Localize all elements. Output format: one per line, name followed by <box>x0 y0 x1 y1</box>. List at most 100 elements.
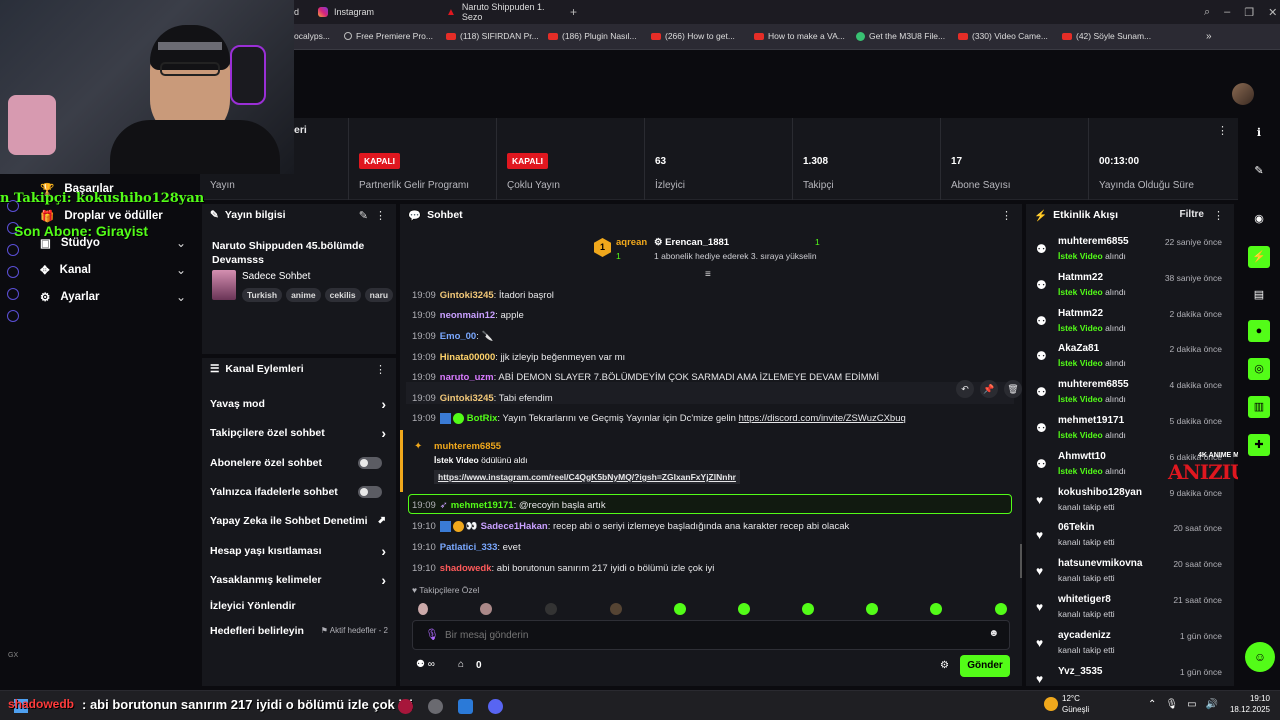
bookmark-item[interactable]: Free Premiere Pro... <box>344 31 433 41</box>
expand-icon[interactable]: ≡ <box>705 269 711 280</box>
activity-item[interactable]: ⚉ Hatmm22 İstek Video alındı 2 dakika önce <box>1036 308 1224 344</box>
help-bubble[interactable]: ☺ <box>1245 642 1275 672</box>
chat-username[interactable]: shadowedk <box>440 563 492 574</box>
action-account-age[interactable]: Hesap yaşı kısıtlaması › <box>210 543 388 559</box>
chat-username[interactable]: Sadece1Hakan <box>481 521 548 532</box>
layout-icon[interactable]: ▥ <box>1248 396 1270 418</box>
sidebar-item-channel[interactable]: ✥ Kanal <box>40 263 91 277</box>
chat-username[interactable]: Gintoki3245 <box>440 393 494 404</box>
event-user[interactable]: muhterem6855 <box>434 441 501 452</box>
chat-username[interactable]: neonmain12 <box>440 310 495 321</box>
activity-user[interactable]: AkaZa81 <box>1058 343 1099 354</box>
bookmark-item[interactable]: (118) SIFIRDAN Pr... <box>446 31 539 41</box>
tray-icons[interactable]: ⌃🎙▭🔊 <box>1148 699 1227 710</box>
chat-username[interactable]: Emo_00 <box>440 331 476 342</box>
delete-icon[interactable]: 🗑 <box>1004 380 1022 398</box>
activity-user[interactable]: whitetiger8 <box>1058 594 1111 605</box>
more-icon[interactable]: ⋮ <box>375 363 386 376</box>
chat-settings-icon[interactable]: ⚙ <box>940 660 949 671</box>
activity-item[interactable]: ⚉ Hatmm22 İstek Video alındı 38 saniye önce <box>1036 272 1224 308</box>
activity-user[interactable]: muhterem6855 <box>1058 236 1129 247</box>
tag[interactable]: naru <box>364 288 394 302</box>
tab-current[interactable]: d <box>294 0 299 24</box>
reply-icon[interactable]: ↶ <box>956 380 974 398</box>
action-goals[interactable]: Hedefleri belirleyin ⚑ Aktif hedefler - 2 <box>210 625 388 637</box>
action-followers-only[interactable]: Takipçilere özel sohbet › <box>210 425 388 441</box>
activity-item[interactable]: ⚉ muhterem6855 İstek Video alındı 22 saniye… <box>1036 236 1224 272</box>
activity-item[interactable]: ♥ hatsunevmikovna kanalı takip etti 20 saa… <box>1036 558 1224 594</box>
emotes-only-toggle[interactable] <box>358 486 382 498</box>
avatar[interactable] <box>1232 83 1254 105</box>
points-icon[interactable]: ⚉ ∞ <box>416 659 435 670</box>
microphone-icon[interactable]: 🎙 <box>425 628 439 641</box>
tab-naruto[interactable]: ▲ Naruto Shippuden 1. Sezo <box>446 0 564 24</box>
activity-item[interactable]: ♥ Yvz_3535 1 gün önce <box>1036 666 1224 686</box>
top-gifter-name[interactable]: aqrean <box>616 237 647 248</box>
edit-icon[interactable]: ✎ <box>359 209 368 222</box>
rail-icon[interactable] <box>7 244 19 256</box>
discord-link[interactable]: https://discord.com/invite/ZSWuzCXbuq <box>739 413 906 424</box>
bookmark-item[interactable]: Get the M3U8 File... <box>856 31 945 41</box>
activity-user[interactable]: Hatmm22 <box>1058 272 1103 283</box>
chat-input[interactable] <box>445 627 965 643</box>
store-icon[interactable]: ⌂ <box>458 659 464 670</box>
tag[interactable]: anime <box>286 288 321 302</box>
wrench-icon[interactable]: ✚ <box>1248 434 1270 456</box>
chevron-down-icon[interactable]: ⌄ <box>176 290 186 304</box>
minimize-icon[interactable]: – <box>1224 6 1230 18</box>
edit-icon[interactable]: ✎ <box>1250 162 1268 180</box>
broadcast-icon[interactable]: ◎ <box>1248 358 1270 380</box>
rail-icon[interactable] <box>7 310 19 322</box>
activity-item[interactable]: ⚉ AkaZa81 İstek Video alındı 2 dakika önce <box>1036 343 1224 379</box>
activity-user[interactable]: kokushibo128yan <box>1058 487 1142 498</box>
sidebar-item-settings[interactable]: ⚙ Ayarlar <box>40 290 100 304</box>
activity-user[interactable]: aycadenizz <box>1058 630 1111 641</box>
chat-icon[interactable]: ● <box>1248 320 1270 342</box>
action-slow-mode[interactable]: Yavaş mod › <box>210 396 388 412</box>
sidebar-item-drops[interactable]: 🎁 Droplar ve ödüller <box>40 209 163 223</box>
chat-username[interactable]: Patlatici_333 <box>440 542 498 553</box>
app-icon[interactable] <box>428 699 443 714</box>
filter-button[interactable]: Filtre <box>1180 209 1204 220</box>
activity-item[interactable]: ♥ aycadenizz kanalı takip etti 1 gün önce <box>1036 630 1224 666</box>
activity-user[interactable]: mehmet19171 <box>1058 415 1124 426</box>
chat-username[interactable]: Gintoki3245 <box>440 290 494 301</box>
restore-icon[interactable]: ❐ <box>1244 6 1254 19</box>
bookmark-item[interactable]: (266) How to get... <box>651 31 735 41</box>
rail-icon[interactable] <box>7 288 19 300</box>
new-tab-button[interactable]: + <box>570 0 577 24</box>
subscribers-only-toggle[interactable] <box>358 457 382 469</box>
action-ai-moderation[interactable]: Yapay Zeka ile Sohbet Denetimi ⬈ <box>210 515 388 527</box>
bookmark-item[interactable]: (42) Söyle Sunam... <box>1062 31 1151 41</box>
discord-icon[interactable] <box>488 699 503 714</box>
bookmark-item[interactable]: ocalyps... <box>294 31 330 41</box>
tab-instagram[interactable]: Instagram <box>318 0 438 24</box>
chat-username[interactable]: Hinata00000 <box>440 352 495 363</box>
activity-user[interactable]: 06Tekin <box>1058 522 1095 533</box>
opera-icon[interactable] <box>398 699 413 714</box>
bookmark-item[interactable]: (186) Plugin Nasıl... <box>548 31 637 41</box>
chevron-down-icon[interactable]: ⌄ <box>176 236 186 250</box>
event-link[interactable]: https://www.instagram.com/reel/C4QgK5bNy… <box>434 470 740 484</box>
chat-username[interactable]: mehmet19171 <box>451 500 514 511</box>
bookmark-item[interactable]: (330) Video Came... <box>958 31 1048 41</box>
activity-user[interactable]: hatsunevmikovna <box>1058 558 1142 569</box>
chat-input-box[interactable]: 🎙 ☻ <box>412 620 1010 650</box>
second-gifter[interactable]: ⚙ Erencan_1881 <box>654 237 729 248</box>
activity-item[interactable]: ♥ kokushibo128yan kanalı takip etti 9 daki… <box>1036 487 1224 523</box>
action-raid[interactable]: İzleyici Yönlendir <box>210 600 388 612</box>
chevron-down-icon[interactable]: ⌄ <box>176 263 186 277</box>
chat-username[interactable]: BotRix <box>467 413 498 424</box>
tag[interactable]: Turkish <box>242 288 283 302</box>
tag[interactable]: cekilis <box>324 288 361 302</box>
close-icon[interactable]: ✕ <box>1268 6 1277 19</box>
activity-item[interactable]: ♥ whitetiger8 kanalı takip etti 21 saat ön… <box>1036 594 1224 630</box>
activity-item[interactable]: ⚉ mehmet19171 İstek Video alındı 5 dakika ö… <box>1036 415 1224 451</box>
app-icon[interactable] <box>458 699 473 714</box>
bookmarks-overflow-icon[interactable]: » <box>1206 31 1212 42</box>
bookmark-item[interactable]: How to make a VA... <box>754 31 845 41</box>
pin-icon[interactable]: 📌 <box>980 380 998 398</box>
action-banned-words[interactable]: Yasaklanmış kelimeler › <box>210 572 388 588</box>
camera-icon[interactable]: ◉ <box>1250 210 1268 228</box>
rail-icon[interactable] <box>7 266 19 278</box>
